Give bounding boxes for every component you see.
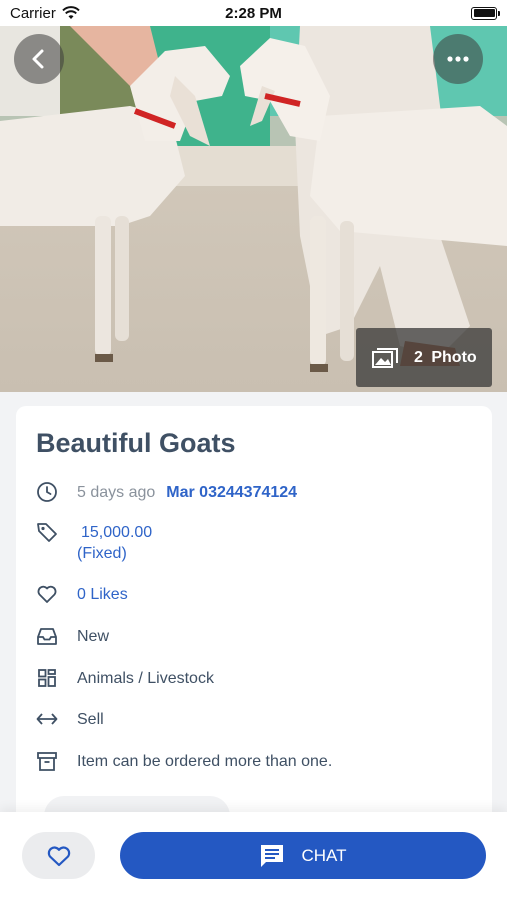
heart-icon — [47, 845, 70, 866]
favorite-button[interactable] — [22, 832, 95, 879]
price-value: 15,000.00 — [81, 524, 153, 541]
photos-icon — [372, 347, 398, 368]
posted-row: 5 days ago Mar 03244374124 — [36, 482, 297, 503]
heart-icon — [37, 585, 57, 603]
tag-icon — [37, 523, 57, 542]
archive-icon — [37, 752, 57, 771]
chat-label: CHAT — [301, 845, 347, 865]
price-row: 15,000.00 (Fixed) — [36, 522, 152, 564]
likes-count[interactable]: 0 Likes — [77, 584, 128, 605]
category-value: Animals / Livestock — [77, 670, 214, 687]
bottom-action-bar: CHAT — [0, 812, 507, 900]
status-time: 2:28 PM — [225, 4, 282, 22]
quantity-row: Item can be ordered more than one. — [36, 751, 332, 772]
more-icon — [447, 56, 469, 62]
inbox-icon — [37, 628, 57, 645]
deal-type-value: Sell — [77, 711, 104, 728]
condition-value: New — [77, 628, 110, 645]
seller-link[interactable]: Mar 03244374124 — [166, 482, 297, 503]
battery-icon — [471, 6, 500, 20]
price-block: 15,000.00 (Fixed) — [77, 522, 152, 564]
more-options-button[interactable] — [433, 34, 483, 84]
chat-button[interactable]: CHAT — [120, 832, 486, 879]
chat-icon — [261, 844, 284, 867]
back-icon — [32, 49, 44, 69]
category-icon — [38, 669, 56, 687]
posted-time: 5 days ago — [77, 484, 156, 501]
photo-label: Photo — [431, 348, 477, 366]
likes-row[interactable]: 0 Likes — [36, 584, 128, 605]
photo-count: 2 — [414, 348, 423, 366]
listing-photo[interactable]: 2 Photo — [0, 26, 507, 392]
exchange-icon — [36, 713, 58, 725]
listing-title: Beautiful Goats — [36, 428, 236, 458]
status-bar: Carrier 2:28 PM — [0, 0, 507, 26]
quantity-note: Item can be ordered more than one. — [77, 753, 333, 770]
clock-icon — [37, 482, 57, 502]
photo-count-badge[interactable]: 2 Photo — [356, 328, 492, 387]
photo-count-text: 2 Photo — [414, 349, 477, 367]
price-type: (Fixed) — [77, 545, 127, 562]
category-row: Animals / Livestock — [36, 668, 214, 689]
deal-type-row: Sell — [36, 709, 104, 730]
details-section: Beautiful Goats 5 days ago Mar 032443741… — [0, 392, 507, 836]
listing-card: Beautiful Goats 5 days ago Mar 032443741… — [16, 406, 492, 836]
back-button[interactable] — [14, 34, 64, 84]
condition-row: New — [36, 626, 109, 647]
